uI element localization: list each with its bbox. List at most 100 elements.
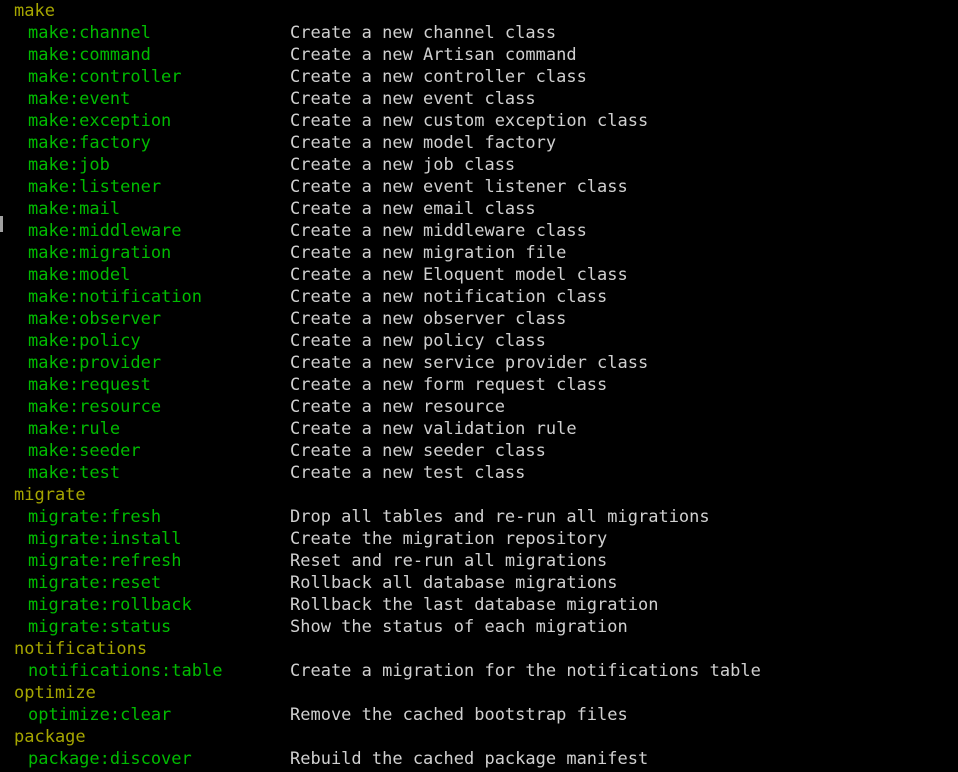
command-row: make:middleware Create a new middleware c… (0, 220, 958, 242)
command-row: migrate:reset Rollback all database migra… (0, 572, 958, 594)
command-row: make:resource Create a new resource (0, 396, 958, 418)
command-name[interactable]: optimize:clear (28, 704, 171, 726)
command-name[interactable]: make:listener (28, 176, 161, 198)
command-row: make:event Create a new event class (0, 88, 958, 110)
command-row: make:seeder Create a new seeder class (0, 440, 958, 462)
command-description: Create a new seeder class (290, 441, 546, 461)
command-description: Create a new validation rule (290, 419, 577, 439)
namespace-label: make (14, 1, 55, 21)
command-row: make:channel Create a new channel class (0, 22, 958, 44)
command-description: Rollback all database migrations (290, 573, 618, 593)
command-name[interactable]: make:event (28, 88, 130, 110)
command-row: make:request Create a new form request cl… (0, 374, 958, 396)
command-row: make:migration Create a new migration fil… (0, 242, 958, 264)
namespace-label: package (14, 727, 86, 747)
command-name[interactable]: make:controller (28, 66, 182, 88)
command-description: Create a new model factory (290, 133, 557, 153)
command-description: Reset and re-run all migrations (290, 551, 608, 571)
command-row: make:notification Create a new notificati… (0, 286, 958, 308)
command-row: make:controller Create a new controller c… (0, 66, 958, 88)
namespace-heading: optimize (0, 682, 958, 704)
command-row: migrate:fresh Drop all tables and re-run … (0, 506, 958, 528)
command-row: notifications:table Create a migration fo… (0, 660, 958, 682)
command-name[interactable]: make:provider (28, 352, 161, 374)
command-description: Create a new resource (290, 397, 505, 417)
command-row: make:mail Create a new email class (0, 198, 958, 220)
command-description: Create a migration for the notifications… (290, 661, 761, 681)
command-description: Create a new notification class (290, 287, 608, 307)
command-description: Rollback the last database migration (290, 595, 659, 615)
command-name[interactable]: make:seeder (28, 440, 141, 462)
namespace-heading: make (0, 0, 958, 22)
command-description: Create a new email class (290, 199, 536, 219)
command-description: Show the status of each migration (290, 617, 628, 637)
namespace-label: optimize (14, 683, 96, 703)
command-name[interactable]: make:migration (28, 242, 171, 264)
command-name[interactable]: migrate:refresh (28, 550, 182, 572)
command-name[interactable]: migrate:fresh (28, 506, 161, 528)
command-name[interactable]: make:exception (28, 110, 171, 132)
command-name[interactable]: make:observer (28, 308, 161, 330)
namespace-label: notifications (14, 639, 148, 659)
command-row: make:command Create a new Artisan command (0, 44, 958, 66)
command-description: Create a new migration file (290, 243, 567, 263)
command-row: make:observer Create a new observer class (0, 308, 958, 330)
namespace-heading: migrate (0, 484, 958, 506)
command-row: make:rule Create a new validation rule (0, 418, 958, 440)
command-description: Create a new Eloquent model class (290, 265, 628, 285)
command-description: Create a new observer class (290, 309, 567, 329)
command-description: Create a new Artisan command (290, 45, 577, 65)
command-name[interactable]: make:mail (28, 198, 120, 220)
command-description: Create a new event listener class (290, 177, 628, 197)
command-name[interactable]: make:policy (28, 330, 141, 352)
command-list: make make:channel Create a new channel cla… (0, 0, 958, 770)
command-description: Create a new policy class (290, 331, 546, 351)
command-description: Remove the cached bootstrap files (290, 705, 628, 725)
command-name[interactable]: make:model (28, 264, 130, 286)
command-row: make:job Create a new job class (0, 154, 958, 176)
namespace-heading: notifications (0, 638, 958, 660)
command-row: make:provider Create a new service provid… (0, 352, 958, 374)
command-name[interactable]: notifications:table (28, 660, 222, 682)
command-description: Create a new channel class (290, 23, 557, 43)
command-description: Create the migration repository (290, 529, 608, 549)
command-row: make:listener Create a new event listener… (0, 176, 958, 198)
command-row: migrate:install Create the migration repo… (0, 528, 958, 550)
command-description: Create a new job class (290, 155, 516, 175)
command-name[interactable]: migrate:reset (28, 572, 161, 594)
command-row: make:model Create a new Eloquent model cl… (0, 264, 958, 286)
command-name[interactable]: migrate:status (28, 616, 171, 638)
command-description: Create a new test class (290, 463, 526, 483)
command-name[interactable]: make:rule (28, 418, 120, 440)
command-name[interactable]: make:job (28, 154, 110, 176)
command-name[interactable]: make:middleware (28, 220, 182, 242)
command-name[interactable]: make:channel (28, 22, 151, 44)
command-row: migrate:rollback Rollback the last databa… (0, 594, 958, 616)
command-name[interactable]: migrate:rollback (28, 594, 192, 616)
command-row: optimize:clear Remove the cached bootstra… (0, 704, 958, 726)
command-row: make:test Create a new test class (0, 462, 958, 484)
command-description: Create a new middleware class (290, 221, 587, 241)
command-name[interactable]: package:discover (28, 748, 192, 770)
command-name[interactable]: make:test (28, 462, 120, 484)
namespace-label: migrate (14, 485, 86, 505)
command-description: Create a new controller class (290, 67, 587, 87)
command-row: package:discover Rebuild the cached packa… (0, 748, 958, 770)
command-row: migrate:refresh Reset and re-run all migr… (0, 550, 958, 572)
command-name[interactable]: make:notification (28, 286, 202, 308)
command-row: make:exception Create a new custom except… (0, 110, 958, 132)
command-description: Drop all tables and re-run all migration… (290, 507, 710, 527)
command-row: make:policy Create a new policy class (0, 330, 958, 352)
command-name[interactable]: make:command (28, 44, 151, 66)
command-description: Create a new event class (290, 89, 536, 109)
command-description: Create a new form request class (290, 375, 608, 395)
command-row: migrate:status Show the status of each mi… (0, 616, 958, 638)
command-row: make:factory Create a new model factory (0, 132, 958, 154)
command-description: Rebuild the cached package manifest (290, 749, 649, 769)
namespace-heading: package (0, 726, 958, 748)
command-name[interactable]: migrate:install (28, 528, 182, 550)
command-name[interactable]: make:factory (28, 132, 151, 154)
terminal-window[interactable]: make make:channel Create a new channel cla… (0, 0, 958, 772)
command-name[interactable]: make:request (28, 374, 151, 396)
command-name[interactable]: make:resource (28, 396, 161, 418)
